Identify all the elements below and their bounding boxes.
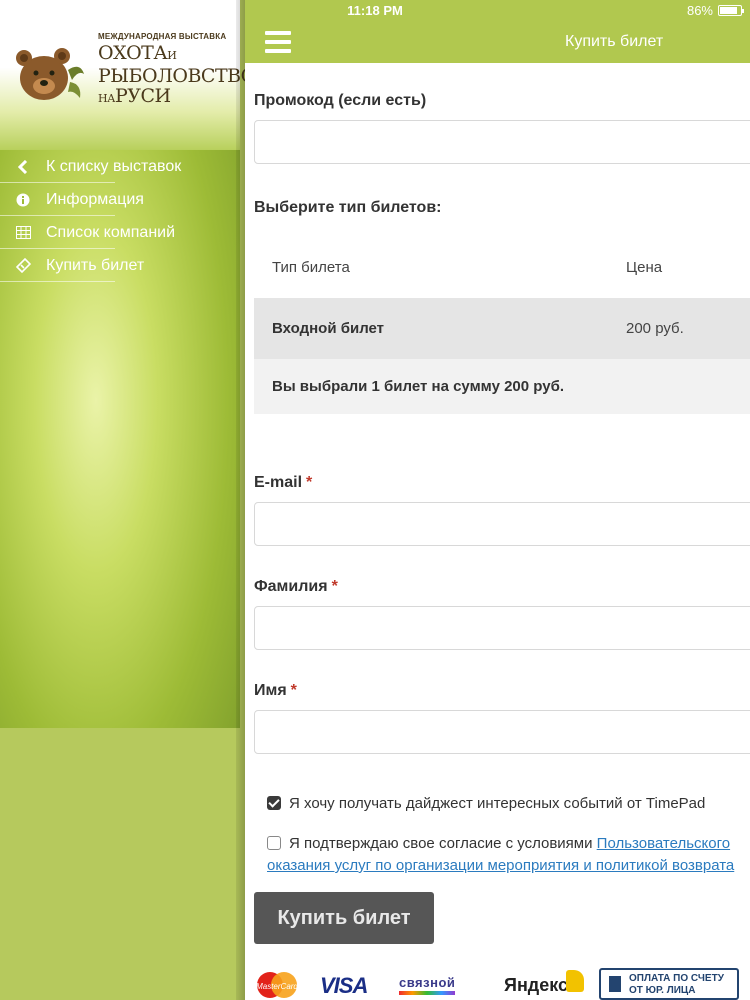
sidebar-item-label: К списку выставок bbox=[46, 157, 182, 175]
svyaznoy-logo: связной bbox=[399, 975, 456, 995]
table-icon bbox=[0, 226, 46, 239]
battery-icon bbox=[718, 5, 744, 16]
firstname-field[interactable] bbox=[254, 710, 750, 754]
lastname-field[interactable] bbox=[254, 606, 750, 650]
exhibition-logo: МЕЖДУНАРОДНАЯ ВЫСТАВКА ОХОТАИ РЫБОЛОВСТВ… bbox=[98, 32, 256, 109]
yandex-logo: Яндекс bbox=[504, 975, 569, 995]
menu-icon[interactable] bbox=[265, 31, 291, 53]
page-title: Купить билет bbox=[565, 33, 664, 50]
status-bar: Carrier 11:18 PM 86% bbox=[0, 0, 750, 22]
mastercard-icon: MasterCard bbox=[256, 972, 298, 998]
terms-link[interactable]: Пользовательского bbox=[597, 835, 730, 852]
logo-title-line1-small: И bbox=[167, 49, 177, 62]
required-mark: * bbox=[306, 474, 313, 491]
consent-text: Я подтверждаю свое согласие с условиями bbox=[289, 835, 597, 852]
column-header-price: Цена bbox=[626, 258, 663, 276]
invoice-line1: ОПЛАТА ПО СЧЕТУ bbox=[629, 973, 724, 984]
digest-checkbox-label: Я хочу получать дайджест интересных собы… bbox=[289, 795, 706, 812]
ticket-icon bbox=[0, 258, 46, 273]
lastname-label: Фамилия * bbox=[254, 578, 338, 596]
sidebar: МЕЖДУНАРОДНАЯ ВЫСТАВКА ОХОТАИ РЫБОЛОВСТВ… bbox=[0, 0, 256, 728]
table-header-row: Тип билета Цена bbox=[254, 236, 750, 298]
logo-title-line3: РУСИ bbox=[114, 85, 171, 107]
status-time: 11:18 PM bbox=[347, 3, 403, 18]
ticket-summary-text: Вы выбрали 1 билет на сумму 200 руб. bbox=[272, 378, 565, 395]
sidebar-shadow bbox=[236, 0, 245, 1000]
terms-link-continued[interactable]: оказания услуг по организации мероприяти… bbox=[267, 857, 734, 874]
sidebar-item-label: Купить билет bbox=[46, 256, 145, 274]
sidebar-menu: К списку выставок Информация Список комп… bbox=[0, 150, 240, 282]
sidebar-header: МЕЖДУНАРОДНАЯ ВЫСТАВКА ОХОТАИ РЫБОЛОВСТВ… bbox=[0, 0, 256, 150]
table-row[interactable]: Входной билет 200 руб. bbox=[254, 298, 750, 359]
ticket-table: Тип билета Цена Входной билет 200 руб. В… bbox=[254, 236, 750, 414]
yandex-money-icon bbox=[566, 970, 584, 992]
sidebar-item-label: Информация bbox=[46, 190, 144, 208]
ticket-summary-row: Вы выбрали 1 билет на сумму 200 руб. bbox=[254, 359, 750, 414]
chevron-left-icon bbox=[0, 159, 46, 174]
ticket-price-cell: 200 руб. bbox=[626, 320, 684, 337]
invoice-line2: ОТ ЮР. ЛИЦА bbox=[629, 985, 696, 996]
ticket-type-cell: Входной билет bbox=[272, 320, 385, 337]
buy-ticket-button[interactable]: Купить билет bbox=[254, 892, 434, 944]
main-panel: Купить билет Промокод (если есть) Выбери… bbox=[245, 0, 750, 1000]
digest-checkbox[interactable] bbox=[267, 796, 281, 810]
ticket-type-heading: Выберите тип билетов: bbox=[254, 199, 442, 216]
sidebar-item-info[interactable]: Информация bbox=[0, 183, 240, 216]
logo-title-line3-small: НА bbox=[98, 92, 115, 105]
consent-checkbox[interactable] bbox=[267, 836, 281, 850]
email-field[interactable] bbox=[254, 502, 750, 546]
sidebar-item-buy-ticket[interactable]: Купить билет bbox=[0, 249, 240, 282]
digest-checkbox-row[interactable]: Я хочу получать дайджест интересных собы… bbox=[267, 795, 705, 812]
email-label-text: E-mail bbox=[254, 474, 303, 491]
invoice-payment-badge: ОПЛАТА ПО СЧЕТУ ОТ ЮР. ЛИЦА bbox=[599, 968, 739, 1000]
logo-subtitle: МЕЖДУНАРОДНАЯ ВЫСТАВКА bbox=[98, 32, 227, 41]
consent-link-row: оказания услуг по организации мероприяти… bbox=[267, 857, 734, 874]
sidebar-item-companies[interactable]: Список компаний bbox=[0, 216, 240, 249]
status-right: 86% bbox=[686, 3, 744, 18]
promo-input[interactable] bbox=[254, 120, 750, 164]
column-header-type: Тип билета bbox=[272, 258, 350, 276]
logo-title-line2: РЫБОЛОВСТВО bbox=[98, 65, 256, 87]
logo-title-line1: ОХОТА bbox=[98, 42, 168, 64]
battery-percent: 86% bbox=[686, 3, 713, 18]
promo-label: Промокод (если есть) bbox=[254, 92, 427, 109]
required-mark: * bbox=[331, 578, 338, 595]
firstname-label-text: Имя bbox=[254, 682, 287, 699]
payment-methods: MasterCard VISA связной Яндекс ОПЛАТА ПО… bbox=[254, 965, 750, 1000]
consent-checkbox-row[interactable]: Я подтверждаю свое согласие с условиями … bbox=[267, 835, 730, 852]
mastercard-label: MasterCard bbox=[256, 982, 298, 991]
lastname-label-text: Фамилия bbox=[254, 578, 328, 595]
required-mark: * bbox=[290, 682, 297, 699]
email-label: E-mail * bbox=[254, 474, 312, 492]
visa-logo: VISA bbox=[320, 973, 368, 998]
battery-fill bbox=[720, 7, 738, 14]
info-icon bbox=[0, 193, 46, 207]
sidebar-item-label: Список компаний bbox=[46, 223, 176, 241]
document-icon bbox=[609, 976, 621, 992]
sidebar-item-exhibitions[interactable]: К списку выставок bbox=[0, 150, 240, 183]
firstname-label: Имя * bbox=[254, 682, 297, 700]
bear-logo-icon bbox=[16, 48, 84, 100]
logo-title: ОХОТАИ РЫБОЛОВСТВО НАРУСИ bbox=[98, 42, 256, 109]
